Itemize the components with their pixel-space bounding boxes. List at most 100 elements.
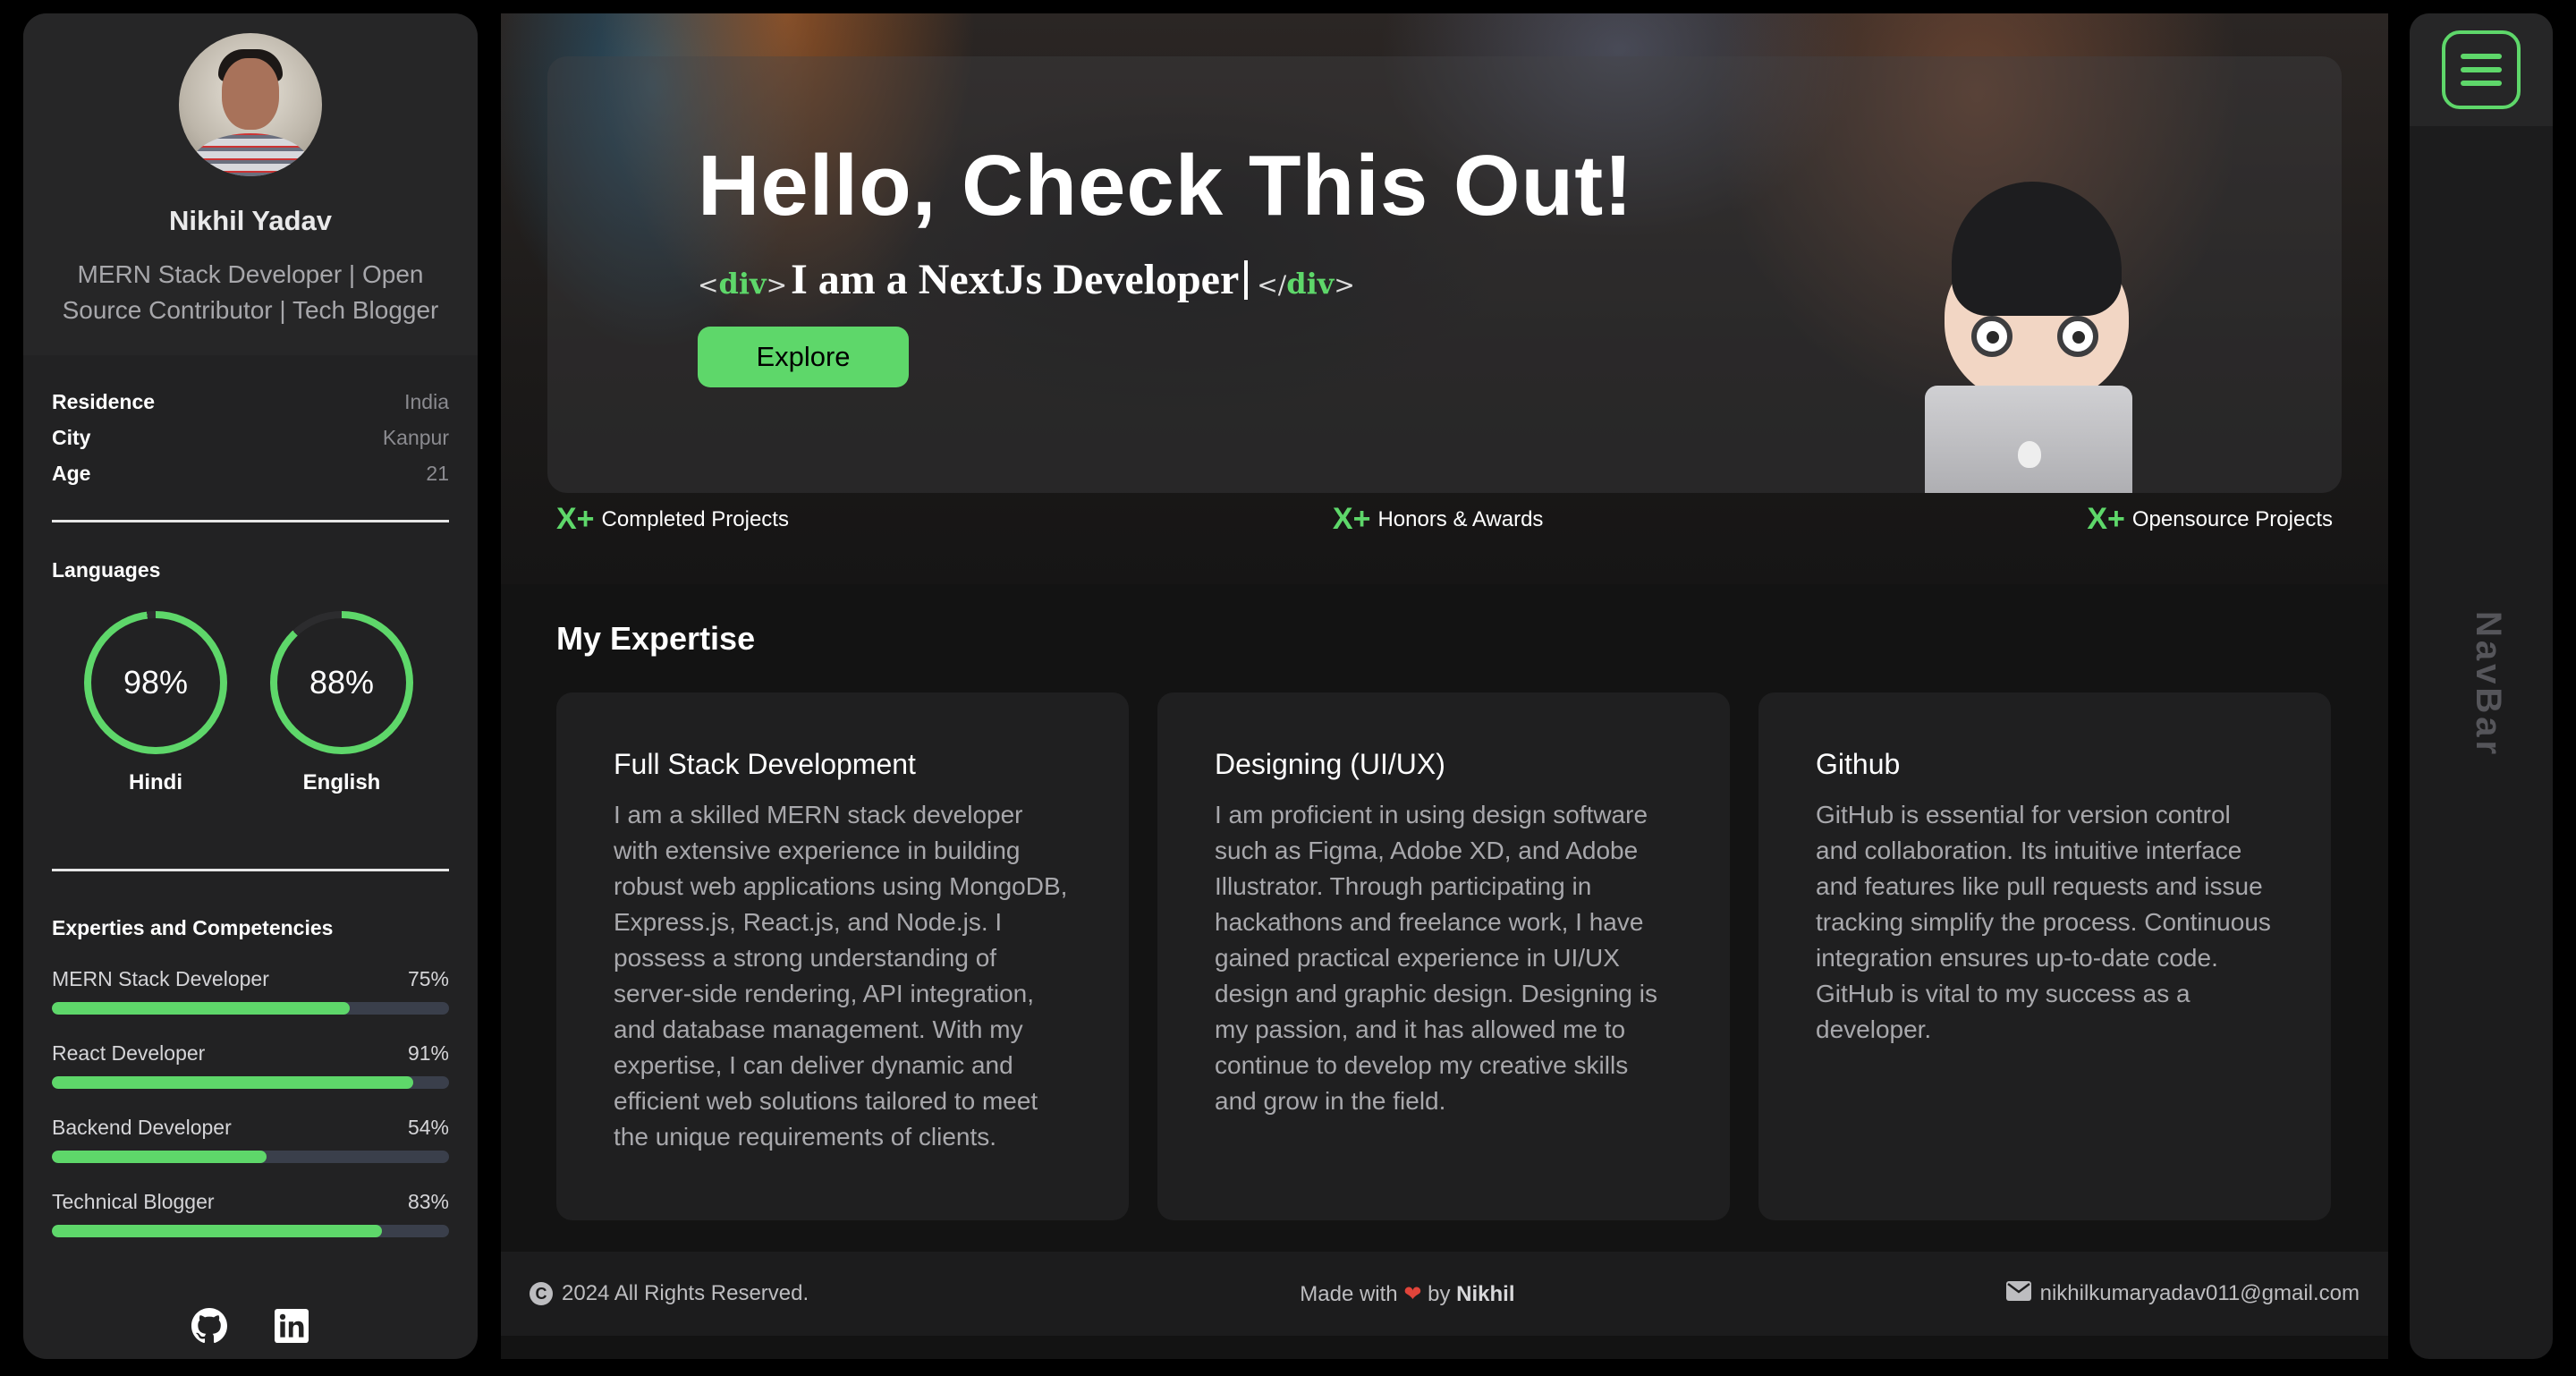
info-value: Kanpur [382,425,449,449]
menu-line [2461,54,2502,59]
expertise-cards: Full Stack Development I am a skilled ME… [556,692,2333,1220]
skill-item: Technical Blogger 83% [52,1190,449,1237]
heart-icon: ❤ [1403,1281,1422,1306]
stat-completed-projects: X+ Completed Projects [556,502,789,537]
linkedin-icon[interactable] [273,1307,310,1345]
languages-title: Languages [52,558,161,582]
skill-progress-fill [52,1076,414,1089]
footer-copyright: C 2024 All Rights Reserved. [530,1281,809,1306]
close-tag: </div> [1257,267,1355,301]
skill-name: Technical Blogger [52,1190,215,1213]
expertise-card: Designing (UI/UX) I am proficient in usi… [1157,692,1730,1220]
skill-item: React Developer 91% [52,1041,449,1089]
profile-name: Nikhil Yadav [168,205,333,236]
skill-percent: 54% [407,1116,449,1139]
typing-line: <div> I am a NextJs Developer </div> [698,255,1355,304]
language-english: 88% English [270,611,413,795]
stat-count: X+ [556,502,595,536]
footer-credit: Made with ❤ by Nikhil [1300,1281,1515,1306]
expertise-card: Full Stack Development I am a skilled ME… [556,692,1129,1220]
copyright-text: 2024 All Rights Reserved. [562,1281,809,1305]
language-name: Hindi [129,770,182,794]
info-key: Residence [52,389,156,413]
stat-label: Completed Projects [601,506,789,531]
menu-line [2461,67,2502,72]
card-title: Full Stack Development [614,748,916,780]
stats-row: X+ Completed Projects X+ Honors & Awards… [556,502,2333,537]
skills-section: Experties and Competencies MERN Stack De… [23,871,478,1237]
card-title: Github [1816,748,1901,780]
skill-item: MERN Stack Developer 75% [52,967,449,1015]
skill-progress-bar [52,1076,449,1089]
personal-info: Residence India City Kanpur Age 21 [23,355,478,491]
typing-cursor [1244,259,1249,300]
info-row-city: City Kanpur [52,420,449,455]
laptop [1925,386,2132,493]
skill-progress-fill [52,1151,267,1163]
skill-percent: 83% [407,1190,449,1213]
social-links [23,1307,478,1345]
navbar-label: NavBar [2469,611,2508,759]
skill-percent: 75% [407,967,449,990]
author-name: Nikhil [1456,1281,1515,1306]
info-value: India [404,389,449,413]
info-row-residence: Residence India [52,384,449,420]
skill-progress-fill [52,1002,350,1015]
card-text: I am proficient in using design software… [1215,801,1657,1115]
skill-name: Backend Developer [52,1116,232,1139]
profile-role: MERN Stack Developer | Open Source Contr… [62,260,439,324]
skill-progress-bar [52,1151,449,1163]
main-content: Hello, Check This Out! <div> I am a Next… [501,13,2388,1359]
email-link[interactable]: nikhilkumaryadav011@gmail.com [2040,1281,2360,1306]
github-icon[interactable] [191,1307,228,1345]
navbar-header [2410,13,2553,126]
hero-card: Hello, Check This Out! <div> I am a Next… [547,56,2342,493]
language-progress-ring: 98% [84,611,227,754]
language-percent: 98% [123,664,189,701]
stat-opensource-projects: X+ Opensource Projects [2087,502,2333,537]
open-tag: <div> [698,267,788,301]
explore-button[interactable]: Explore [698,327,909,387]
card-title: Designing (UI/UX) [1215,748,1445,780]
stat-honors-awards: X+ Honors & Awards [1333,502,1544,537]
skill-percent: 91% [407,1041,449,1065]
info-row-age: Age 21 [52,455,449,491]
apple-logo-icon [2018,441,2041,468]
copyright-icon: C [530,1282,553,1305]
memoji-illustration [1925,182,2148,493]
stat-count: X+ [1332,502,1371,536]
hero-title: Hello, Check This Out! [698,138,1634,234]
mail-icon [2005,1280,2031,1307]
expertise-title: My Expertise [556,620,756,657]
footer-email[interactable]: nikhilkumaryadav011@gmail.com [2005,1280,2360,1307]
language-progress-ring: 88% [270,611,413,754]
profile-sidebar: Nikhil Yadav MERN Stack Developer | Open… [23,13,478,1359]
languages-section: Languages 98% Hindi 88% English [23,522,478,869]
skills-title: Experties and Competencies [52,916,334,939]
expertise-card: Github GitHub is essential for version c… [1758,692,2331,1220]
info-value: 21 [426,461,449,485]
profile-header: Nikhil Yadav MERN Stack Developer | Open… [23,13,478,355]
stat-count: X+ [2087,502,2125,536]
skill-name: React Developer [52,1041,206,1065]
skill-name: MERN Stack Developer [52,967,269,990]
avatar [179,33,322,176]
info-key: Age [52,461,91,485]
language-hindi: 98% Hindi [84,611,227,795]
card-text: GitHub is essential for version control … [1816,801,2271,1043]
skill-progress-bar [52,1225,449,1237]
skill-progress-fill [52,1225,382,1237]
typing-text: I am a NextJs Developer [791,256,1240,303]
card-text: I am a skilled MERN stack developer with… [614,801,1068,1151]
footer: C 2024 All Rights Reserved. Made with ❤ … [501,1252,2388,1336]
language-percent: 88% [309,664,375,701]
side-navbar: NavBar [2410,13,2553,1359]
language-name: English [302,770,381,794]
info-key: City [52,425,91,449]
skill-progress-bar [52,1002,449,1015]
menu-line [2461,81,2502,86]
stat-label: Honors & Awards [1377,506,1544,531]
hamburger-menu-button[interactable] [2442,30,2521,109]
stat-label: Opensource Projects [2131,506,2333,531]
skill-item: Backend Developer 54% [52,1116,449,1163]
